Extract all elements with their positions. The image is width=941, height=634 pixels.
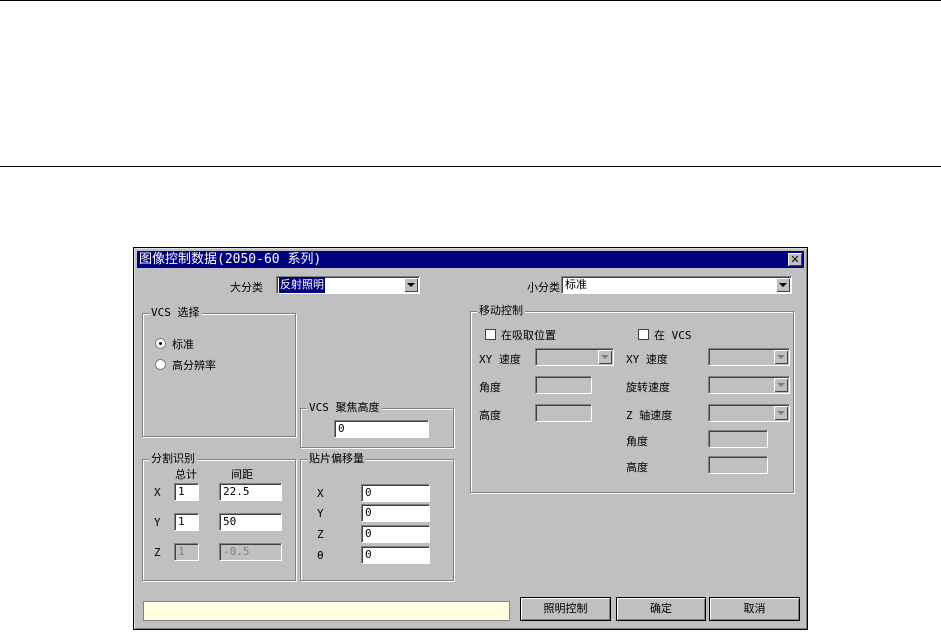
offset-y-input[interactable]: 0 bbox=[361, 504, 430, 522]
chip-offset-group: 贴片偏移量 X 0 Y 0 Z 0 θ 0 bbox=[300, 452, 454, 581]
vcs-focus-group: VCS 聚焦高度 0 bbox=[300, 401, 454, 448]
left-angle-label: 角度 bbox=[479, 381, 501, 394]
radio-standard-label[interactable]: 标准 bbox=[172, 336, 194, 352]
radio-standard[interactable] bbox=[155, 338, 166, 349]
title-bar: 图像控制数据(2050-60 系列) ✕ bbox=[137, 251, 804, 268]
left-xy-speed-label: XY 速度 bbox=[479, 353, 521, 366]
left-angle-input bbox=[535, 376, 592, 394]
chevron-down-icon[interactable] bbox=[404, 278, 418, 292]
at-vcs-checkbox[interactable] bbox=[638, 329, 649, 340]
chevron-down-icon bbox=[774, 350, 788, 364]
minor-category-select[interactable]: 标准 bbox=[561, 276, 792, 294]
motion-control-legend: 移动控制 bbox=[477, 304, 525, 318]
major-category-select[interactable]: 反射照明 bbox=[276, 276, 420, 294]
offset-axis-y: Y bbox=[317, 507, 324, 520]
chip-offset-legend: 贴片偏移量 bbox=[307, 452, 366, 466]
seg-y-total[interactable]: 1 bbox=[174, 513, 199, 531]
chevron-down-icon[interactable] bbox=[776, 278, 790, 292]
seg-y-spacing[interactable]: 50 bbox=[219, 513, 282, 531]
left-height-label: 高度 bbox=[479, 409, 501, 422]
seg-axis-x: X bbox=[154, 486, 161, 499]
top-rule bbox=[0, 0, 941, 1]
minor-category-label: 小分类 bbox=[527, 281, 560, 294]
offset-axis-theta: θ bbox=[317, 549, 324, 562]
chevron-down-icon bbox=[774, 378, 788, 392]
seg-col-total: 总计 bbox=[175, 468, 197, 481]
seg-x-spacing[interactable]: 22.5 bbox=[219, 483, 282, 501]
motion-control-group: 移动控制 在吸取位置 在 VCS XY 速度 角度 高度 XY 速度 旋转速度 … bbox=[470, 304, 794, 493]
at-vcs-label[interactable]: 在 VCS bbox=[654, 327, 692, 343]
ok-button[interactable]: 确定 bbox=[616, 597, 706, 621]
vcs-focus-input[interactable]: 0 bbox=[334, 420, 429, 438]
lighting-control-button[interactable]: 照明控制 bbox=[520, 597, 611, 621]
rotation-speed-label: 旋转速度 bbox=[626, 381, 670, 394]
seg-z-total: 1 bbox=[174, 543, 199, 561]
seg-col-spacing: 间距 bbox=[231, 468, 253, 481]
radio-high-res-label[interactable]: 高分辨率 bbox=[172, 357, 216, 373]
at-pick-checkbox[interactable] bbox=[485, 329, 496, 340]
seg-z-spacing: -0.5 bbox=[219, 543, 282, 561]
right-height-input bbox=[708, 456, 768, 474]
segmentation-legend: 分割识别 bbox=[149, 452, 197, 466]
right-angle-label: 角度 bbox=[626, 435, 648, 448]
at-pick-label[interactable]: 在吸取位置 bbox=[501, 327, 556, 343]
left-xy-speed-select bbox=[535, 348, 614, 366]
major-category-value: 反射照明 bbox=[279, 277, 325, 293]
offset-axis-z: Z bbox=[317, 528, 324, 541]
segmentation-group: 分割识别 总计 间距 X 1 22.5 Y 1 50 Z 1 -0.5 bbox=[142, 452, 296, 581]
close-icon[interactable]: ✕ bbox=[788, 253, 802, 266]
seg-axis-y: Y bbox=[154, 516, 161, 529]
offset-axis-x: X bbox=[317, 487, 324, 500]
seg-axis-z: Z bbox=[154, 546, 161, 559]
right-height-label: 高度 bbox=[626, 461, 648, 474]
cancel-button[interactable]: 取消 bbox=[709, 597, 800, 621]
offset-theta-input[interactable]: 0 bbox=[361, 546, 430, 564]
offset-z-input[interactable]: 0 bbox=[361, 525, 430, 543]
middle-rule bbox=[0, 166, 941, 167]
right-angle-input bbox=[708, 430, 768, 448]
dialog-title: 图像控制数据(2050-60 系列) bbox=[139, 252, 322, 267]
vcs-focus-legend: VCS 聚焦高度 bbox=[307, 401, 382, 415]
z-speed-select bbox=[708, 404, 790, 422]
left-height-input bbox=[535, 404, 592, 422]
image-control-dialog: 图像控制数据(2050-60 系列) ✕ 大分类 反射照明 小分类 标准 VCS… bbox=[133, 247, 808, 630]
chevron-down-icon bbox=[774, 406, 788, 420]
vcs-select-legend: VCS 选择 bbox=[149, 306, 202, 320]
right-xy-speed-select bbox=[708, 348, 790, 366]
radio-high-res[interactable] bbox=[155, 359, 166, 370]
major-category-label: 大分类 bbox=[230, 281, 263, 294]
right-xy-speed-label: XY 速度 bbox=[626, 353, 668, 366]
vcs-select-group: VCS 选择 标准 高分辨率 bbox=[142, 306, 296, 437]
z-speed-label: Z 轴速度 bbox=[626, 409, 673, 422]
rotation-speed-select bbox=[708, 376, 790, 394]
offset-x-input[interactable]: 0 bbox=[361, 484, 430, 502]
chevron-down-icon bbox=[598, 350, 612, 364]
minor-category-value: 标准 bbox=[565, 278, 587, 291]
status-bar bbox=[143, 601, 510, 621]
seg-x-total[interactable]: 1 bbox=[174, 483, 199, 501]
